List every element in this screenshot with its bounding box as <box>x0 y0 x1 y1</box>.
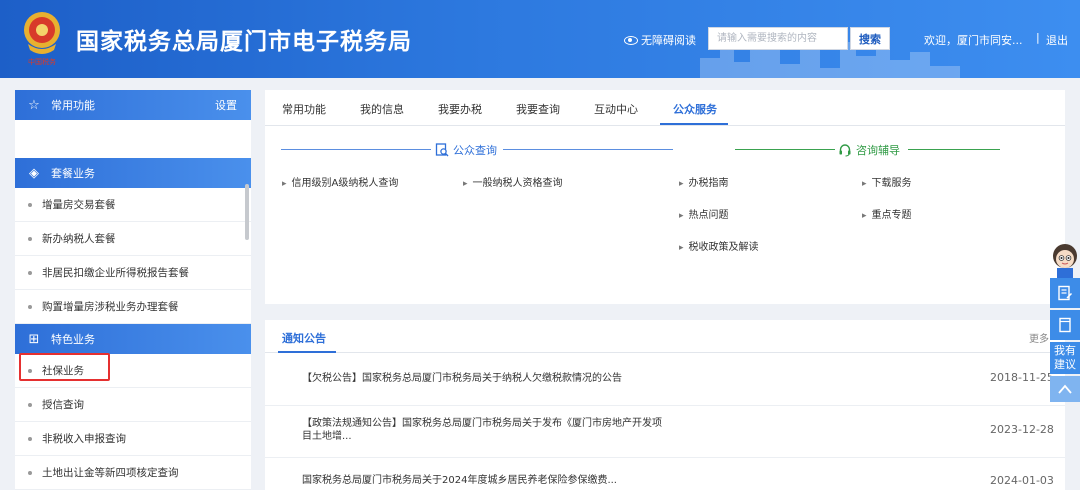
tab-public-service[interactable]: 公众服务 <box>673 101 717 117</box>
tax-emblem-logo: 中国税务 <box>24 12 60 66</box>
sidebar-item-label: 授信查询 <box>42 399 84 411</box>
grid-icon: ⊞ <box>28 331 40 347</box>
notice-date: 2018-11-25 <box>990 371 1054 384</box>
sidebar-item-package[interactable]: 非居民扣缴企业所得税报告套餐 <box>15 256 251 290</box>
chevron-up-icon <box>1058 384 1072 394</box>
link-tax-policy[interactable]: 税收政策及解读 <box>679 238 759 253</box>
tab-interaction-center[interactable]: 互动中心 <box>594 101 638 117</box>
sidebar-item-label: 社保业务 <box>42 365 84 377</box>
notice-text: 国家税务总局厦门市税务局关于2024年度城乡居民养老保险参保缴费... <box>302 475 617 486</box>
notice-title-underline <box>278 351 336 353</box>
float-document-button[interactable] <box>1050 310 1080 340</box>
emblem-text: 中国税务 <box>28 57 56 66</box>
star-icon: ☆ <box>28 97 40 113</box>
sidebar-header-special[interactable]: ⊞ 特色业务 <box>15 324 251 354</box>
search-input[interactable] <box>708 27 848 50</box>
search-doc-icon <box>435 143 449 157</box>
suggestion-button[interactable]: 我有建议 <box>1050 342 1080 374</box>
sidebar-header-common[interactable]: ☆ 常用功能 设置 <box>15 90 251 120</box>
section-title-label: 咨询辅导 <box>856 144 900 157</box>
form-icon <box>1058 285 1073 301</box>
sidebar-item-special[interactable]: 非税收入申报查询 <box>15 422 251 456</box>
site-title: 国家税务总局厦门市电子税务局 <box>76 29 412 55</box>
service-panel: 常用功能 我的信息 我要办税 我要查询 互动中心 公众服务 公众查询 咨询辅导 … <box>265 90 1065 304</box>
bullet-icon <box>28 368 32 373</box>
more-link[interactable]: 更多 <box>1029 330 1049 345</box>
sidebar-item-social-security[interactable]: 社保业务 <box>15 354 251 388</box>
float-form-button[interactable] <box>1050 278 1080 308</box>
sidebar-item-special[interactable]: 土地出让金等新四项核定查询 <box>15 456 251 490</box>
mascot-avatar-icon[interactable] <box>1046 242 1080 278</box>
sidebar-header-label: 套餐业务 <box>51 167 95 180</box>
tab-query[interactable]: 我要查询 <box>516 101 560 117</box>
sidebar-header-label: 特色业务 <box>51 333 95 346</box>
logout-link[interactable]: 退出 <box>1046 32 1068 48</box>
sidebar-item-label: 非税收入申报查询 <box>42 433 126 445</box>
tab-file-taxes[interactable]: 我要办税 <box>438 101 482 117</box>
section-divider <box>503 149 673 150</box>
notice-title[interactable]: 通知公告 <box>282 330 326 346</box>
section-divider <box>735 149 835 150</box>
sidebar-item-package[interactable]: 新办纳税人套餐 <box>15 222 251 256</box>
document-icon <box>1059 317 1071 333</box>
bullet-icon <box>28 436 32 441</box>
sidebar-item-label: 新办纳税人套餐 <box>42 233 116 245</box>
notice-date: 2024-01-03 <box>990 474 1054 487</box>
sidebar-item-label: 非居民扣缴企业所得税报告套餐 <box>42 267 189 279</box>
headset-icon <box>839 144 851 157</box>
accessibility-reading-link[interactable]: 无障碍阅读 <box>624 32 696 48</box>
notice-panel: 通知公告 更多 【欠税公告】国家税务总局厦门市税务局关于纳税人欠缴税款情况的公告… <box>265 320 1065 490</box>
link-credit-a-query[interactable]: 信用级别A级纳税人查询 <box>282 174 399 189</box>
sidebar-scrollbar[interactable] <box>245 184 249 240</box>
sidebar-item-package[interactable]: 增量房交易套餐 <box>15 188 251 222</box>
section-divider <box>281 149 431 150</box>
notice-row[interactable]: 【欠税公告】国家税务总局厦门市税务局关于纳税人欠缴税款情况的公告 2018-11… <box>265 354 1065 406</box>
tab-my-info[interactable]: 我的信息 <box>360 101 404 117</box>
bullet-icon <box>28 304 32 309</box>
search-button[interactable]: 搜索 <box>850 27 890 50</box>
tab-bar: 常用功能 我的信息 我要办税 我要查询 互动中心 公众服务 <box>265 90 1065 126</box>
bullet-icon <box>28 202 32 207</box>
accessibility-label: 无障碍阅读 <box>641 34 696 47</box>
tab-common-functions[interactable]: 常用功能 <box>282 101 326 117</box>
link-tax-guide[interactable]: 办税指南 <box>679 174 729 189</box>
header-separator: | <box>1036 31 1040 44</box>
section-divider <box>908 149 1000 150</box>
sidebar-item-label: 增量房交易套餐 <box>42 199 116 211</box>
sidebar-header-package[interactable]: ◈ 套餐业务 <box>15 158 251 188</box>
welcome-user-text[interactable]: 欢迎，厦门市同安... <box>924 32 1023 48</box>
link-hot-issues[interactable]: 热点问题 <box>679 206 729 221</box>
settings-link[interactable]: 设置 <box>215 97 237 113</box>
notice-date: 2023-12-28 <box>990 423 1054 436</box>
link-key-topics[interactable]: 重点专题 <box>862 206 912 221</box>
back-to-top-button[interactable] <box>1050 376 1080 402</box>
active-tab-indicator <box>660 123 728 125</box>
sidebar: ☆ 常用功能 设置 ◈ 套餐业务 增量房交易套餐 新办纳税人套餐 非居民扣缴企业… <box>15 90 251 490</box>
layers-icon: ◈ <box>29 165 39 181</box>
sidebar-header-label: 常用功能 <box>51 99 95 112</box>
top-header: 中国税务 国家税务总局厦门市电子税务局 无障碍阅读 搜索 欢迎，厦门市同安...… <box>0 0 1080 78</box>
link-general-taxpayer-query[interactable]: 一般纳税人资格查询 <box>463 174 563 189</box>
notice-text: 【欠税公告】国家税务总局厦门市税务局关于纳税人欠缴税款情况的公告 <box>302 373 622 384</box>
link-download-service[interactable]: 下载服务 <box>862 174 912 189</box>
bullet-icon <box>28 402 32 407</box>
sidebar-item-label: 购置增量房涉税业务办理套餐 <box>42 301 179 313</box>
section-title-label: 公众查询 <box>453 144 497 157</box>
notice-row[interactable]: 【政策法规通知公告】国家税务总局厦门市税务局关于发布《厦门市房地产开发项目土地增… <box>265 406 1065 458</box>
sidebar-item-special[interactable]: 授信查询 <box>15 388 251 422</box>
consulting-title: 咨询辅导 <box>838 142 900 158</box>
public-query-title: 公众查询 <box>435 142 497 158</box>
sidebar-item-package[interactable]: 购置增量房涉税业务办理套餐 <box>15 290 251 324</box>
notice-text: 【政策法规通知公告】国家税务总局厦门市税务局关于发布《厦门市房地产开发项目土地增… <box>302 418 662 442</box>
notice-row[interactable]: 国家税务总局厦门市税务局关于2024年度城乡居民养老保险参保缴费... 2024… <box>265 458 1065 490</box>
bullet-icon <box>28 470 32 475</box>
eye-icon <box>624 35 638 45</box>
sidebar-item-label: 土地出让金等新四项核定查询 <box>42 467 179 479</box>
bullet-icon <box>28 236 32 241</box>
notice-header: 通知公告 更多 <box>265 320 1065 353</box>
common-functions-empty <box>15 120 251 158</box>
bullet-icon <box>28 270 32 275</box>
